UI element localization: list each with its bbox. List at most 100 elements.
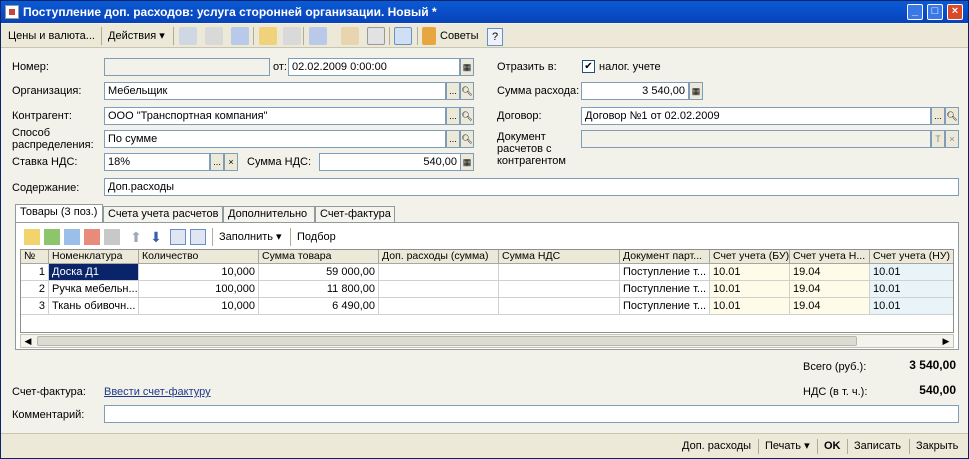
table-cell[interactable]: 10.01 [710, 264, 790, 281]
expense-sum-field[interactable]: 3 540,00 [581, 82, 689, 100]
select-button[interactable]: ... [931, 107, 945, 125]
delete-icon[interactable] [205, 27, 223, 45]
maximize-button[interactable]: □ [927, 4, 943, 20]
select-items-button[interactable]: Подбор [294, 229, 339, 245]
settlement-doc-field[interactable] [581, 130, 931, 148]
help-button[interactable]: ? [487, 28, 503, 46]
scroll-right-icon[interactable]: ▶ [939, 335, 953, 347]
move-up-icon[interactable]: ⬆ [128, 229, 144, 245]
table-cell[interactable]: 10.01 [870, 264, 953, 281]
column-header[interactable]: Счет учета (НУ) [870, 250, 953, 264]
table-cell[interactable]: 6 490,00 [259, 298, 379, 315]
open-icon[interactable]: 🔍︎ [460, 82, 474, 100]
column-header[interactable]: Счет учета (БУ) [710, 250, 790, 264]
table-cell[interactable]: 10,000 [139, 298, 259, 315]
tab-settlement-accounts[interactable]: Счета учета расчетов [103, 206, 223, 223]
horizontal-scrollbar[interactable]: ◀ ▶ [20, 334, 954, 348]
calculator-icon[interactable]: ▦ [460, 153, 474, 171]
table-cell[interactable]: Поступление т... [620, 298, 710, 315]
settings-icon[interactable] [394, 27, 412, 45]
table-cell[interactable] [499, 298, 620, 315]
comment-field[interactable] [104, 405, 959, 423]
move-down-icon[interactable]: ⬇ [148, 229, 164, 245]
table-cell[interactable]: 100,000 [139, 281, 259, 298]
table-cell[interactable]: Ткань обивочн... [49, 298, 139, 315]
table-cell[interactable]: 59 000,00 [259, 264, 379, 281]
column-header[interactable]: Номенклатура [49, 250, 139, 264]
table-cell[interactable] [379, 264, 499, 281]
table-cell[interactable]: 1 [21, 264, 49, 281]
table-cell[interactable]: 10,000 [139, 264, 259, 281]
table-cell[interactable]: 19.04 [790, 298, 870, 315]
calculator-icon[interactable]: ▦ [689, 82, 703, 100]
select-button[interactable]: ... [446, 130, 460, 148]
extra-costs-button[interactable]: Доп. расходы [678, 438, 755, 455]
open-icon[interactable]: 🔍︎ [460, 130, 474, 148]
tax-account-checkbox[interactable]: ✔ [582, 60, 595, 73]
print-menu[interactable]: Печать ▾ [761, 438, 814, 455]
debit-credit-icon[interactable] [341, 27, 359, 45]
open-icon[interactable]: 🔍︎ [945, 107, 959, 125]
copy-icon[interactable] [179, 27, 197, 45]
tab-invoice[interactable]: Счет-фактура [315, 206, 395, 223]
column-header[interactable]: Сумма НДС [499, 250, 620, 264]
sort-asc-icon[interactable] [170, 229, 186, 245]
post-document-icon[interactable] [259, 27, 277, 45]
select-button[interactable]: ... [446, 82, 460, 100]
column-header[interactable]: № [21, 250, 49, 264]
contract-field[interactable]: Договор №1 от 02.02.2009 [581, 107, 931, 125]
counterparty-field[interactable]: ООО "Транспортная компания" [104, 107, 446, 125]
structure-icon[interactable] [367, 27, 385, 45]
vat-sum-field[interactable]: 540,00 [319, 153, 461, 171]
unpost-icon[interactable] [283, 27, 301, 45]
table-cell[interactable]: 11 800,00 [259, 281, 379, 298]
table-cell[interactable]: 10.01 [870, 281, 953, 298]
table-cell[interactable]: Доска Д1 [49, 264, 139, 281]
tab-goods[interactable]: Товары (3 поз.) [15, 204, 103, 224]
save-button[interactable]: Записать [850, 438, 905, 455]
table-cell[interactable] [499, 281, 620, 298]
ok-button[interactable]: OK [820, 438, 845, 455]
table-cell[interactable]: 19.04 [790, 281, 870, 298]
organization-field[interactable]: Мебельщик [104, 82, 446, 100]
date-field[interactable]: 02.02.2009 0:00:00 [288, 58, 460, 76]
table-cell[interactable]: Поступление т... [620, 281, 710, 298]
close-window-button[interactable]: × [947, 4, 963, 20]
select-button[interactable]: ... [210, 153, 224, 171]
add-row-icon[interactable] [24, 229, 40, 245]
scroll-thumb[interactable] [37, 336, 857, 346]
tips-button[interactable]: Советы [437, 28, 481, 44]
actions-menu[interactable]: Действия ▾ [105, 28, 168, 44]
copy-row-icon[interactable] [44, 229, 60, 245]
content-field[interactable]: Доп.расходы [104, 178, 959, 196]
fill-menu[interactable]: Заполнить ▾ [216, 229, 285, 245]
column-header[interactable]: Доп. расходы (сумма) [379, 250, 499, 264]
clear-icon[interactable]: × [224, 153, 238, 171]
sort-desc-icon[interactable] [190, 229, 206, 245]
edit-row-icon[interactable] [64, 229, 80, 245]
table-cell[interactable] [499, 264, 620, 281]
prices-currency-button[interactable]: Цены и валюта... [5, 28, 98, 44]
table-cell[interactable]: Поступление т... [620, 264, 710, 281]
column-header[interactable]: Сумма товара [259, 250, 379, 264]
number-field[interactable] [104, 58, 270, 76]
distribution-field[interactable]: По сумме [104, 130, 446, 148]
goods-table[interactable]: № Номенклатура Количество Сумма товара Д… [20, 249, 954, 333]
tab-additional[interactable]: Дополнительно [223, 206, 315, 223]
refresh-icon[interactable] [231, 27, 249, 45]
enter-invoice-link[interactable]: Ввести счет-фактуру [104, 386, 211, 399]
tips-icon[interactable] [422, 27, 436, 45]
table-cell[interactable]: 10.01 [710, 281, 790, 298]
clear-icon[interactable]: × [945, 130, 959, 148]
select-button[interactable]: ... [446, 107, 460, 125]
vat-rate-field[interactable]: 18% [104, 153, 210, 171]
table-cell[interactable]: 10.01 [870, 298, 953, 315]
close-button[interactable]: Закрыть [912, 438, 962, 455]
column-header[interactable]: Количество [139, 250, 259, 264]
delete-row-icon[interactable] [84, 229, 100, 245]
column-header[interactable]: Счет учета Н... [790, 250, 870, 264]
type-icon[interactable]: T [931, 130, 945, 148]
table-cell[interactable]: 2 [21, 281, 49, 298]
open-icon[interactable]: 🔍︎ [460, 107, 474, 125]
table-cell[interactable]: 19.04 [790, 264, 870, 281]
